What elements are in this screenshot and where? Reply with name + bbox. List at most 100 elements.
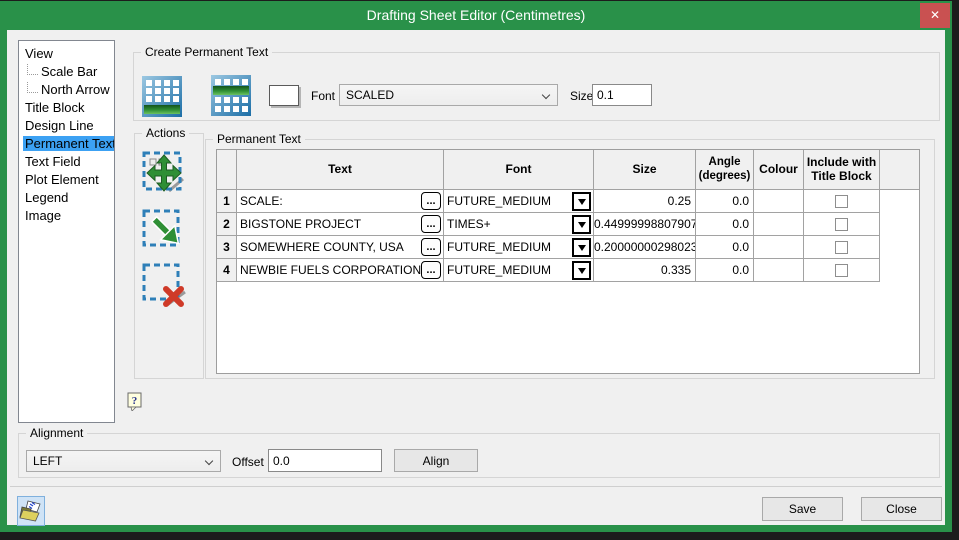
save-button[interactable]: Save	[762, 497, 843, 521]
dialog-body: View Scale Bar North Arrow Title Block D…	[7, 30, 945, 525]
include-checkbox[interactable]	[835, 241, 848, 254]
sidebar-item-north-arrow[interactable]: North Arrow	[19, 81, 114, 99]
alignment-combobox-value: LEFT	[33, 454, 62, 468]
sidebar-item-view[interactable]: View	[19, 45, 114, 63]
sidebar-item-label: Title Block	[23, 100, 86, 115]
sidebar-item-label-selected: Permanent Text	[23, 136, 115, 151]
text-value: SOMEWHERE COUNTY, USA	[240, 240, 404, 254]
font-cell[interactable]: FUTURE_MEDIUM	[444, 259, 594, 282]
sidebar-item-permanent-text[interactable]: Permanent Text	[19, 135, 114, 153]
dropdown-arrow-icon	[578, 222, 586, 228]
category-tree[interactable]: View Scale Bar North Arrow Title Block D…	[18, 40, 115, 423]
size-cell[interactable]: 0.20000000298023	[594, 236, 696, 259]
colour-cell[interactable]	[754, 190, 804, 213]
sidebar-item-label: Image	[23, 208, 63, 223]
title-bar[interactable]: Drafting Sheet Editor (Centimetres) ✕	[0, 1, 952, 30]
edit-text-button[interactable]: ...	[421, 215, 441, 233]
group-label: Permanent Text	[213, 132, 305, 146]
tree-connector-icon	[27, 64, 38, 75]
header-font: Font	[444, 150, 594, 190]
colour-cell[interactable]	[754, 213, 804, 236]
sidebar-item-label: Legend	[23, 190, 70, 205]
text-value: SCALE:	[240, 194, 283, 208]
text-cell[interactable]: NEWBIE FUELS CORPORATION...	[237, 259, 444, 282]
sidebar-item-design-line[interactable]: Design Line	[19, 117, 114, 135]
create-text-bottom-button[interactable]	[142, 76, 182, 117]
include-cell	[804, 236, 880, 259]
size-label: Size	[570, 89, 593, 103]
size-cell[interactable]: 0.44999998807907	[594, 213, 696, 236]
font-dropdown-button[interactable]	[572, 261, 591, 280]
window-close-button[interactable]: ✕	[920, 3, 950, 28]
font-cell[interactable]: FUTURE_MEDIUM	[444, 236, 594, 259]
align-button[interactable]: Align	[394, 449, 478, 472]
offset-input[interactable]	[268, 449, 382, 472]
text-cell[interactable]: SOMEWHERE COUNTY, USA...	[237, 236, 444, 259]
edit-text-button[interactable]: ...	[421, 238, 441, 256]
font-combobox[interactable]: SCALED	[339, 84, 558, 106]
text-colour-swatch[interactable]	[269, 85, 299, 106]
sidebar-item-text-field[interactable]: Text Field	[19, 153, 114, 171]
create-text-middle-button[interactable]	[211, 75, 251, 116]
colour-cell[interactable]	[754, 259, 804, 282]
include-checkbox[interactable]	[835, 195, 848, 208]
open-folder-icon	[18, 513, 44, 528]
sidebar-item-label: Text Field	[23, 154, 83, 169]
include-cell	[804, 190, 880, 213]
font-value: FUTURE_MEDIUM	[447, 263, 551, 277]
text-cell[interactable]: SCALE:...	[237, 190, 444, 213]
move-text-button[interactable]	[141, 150, 187, 196]
place-text-button[interactable]	[141, 208, 187, 254]
text-cell[interactable]: BIGSTONE PROJECT...	[237, 213, 444, 236]
include-cell	[804, 259, 880, 282]
size-input[interactable]	[592, 84, 652, 106]
include-checkbox[interactable]	[835, 264, 848, 277]
sidebar-item-label: Plot Element	[23, 172, 101, 187]
font-label: Font	[311, 89, 335, 103]
dialog-window: Drafting Sheet Editor (Centimetres) ✕ Vi…	[0, 1, 952, 532]
sidebar-item-image[interactable]: Image	[19, 207, 114, 225]
angle-cell[interactable]: 0.0	[696, 190, 754, 213]
font-cell[interactable]: TIMES+	[444, 213, 594, 236]
help-button[interactable]: ?	[127, 392, 143, 411]
close-icon: ✕	[930, 8, 940, 22]
header-filler	[880, 150, 919, 190]
table-header-row: Text Font Size Angle (degrees) Colour In…	[217, 150, 919, 190]
row-number: 4	[217, 259, 237, 282]
load-settings-button[interactable]	[17, 496, 45, 526]
angle-cell[interactable]: 0.0	[696, 259, 754, 282]
angle-cell[interactable]: 0.0	[696, 213, 754, 236]
edit-text-button[interactable]: ...	[421, 192, 441, 210]
font-dropdown-button[interactable]	[572, 215, 591, 234]
angle-cell[interactable]: 0.0	[696, 236, 754, 259]
text-value: NEWBIE FUELS CORPORATION	[240, 263, 421, 277]
font-cell[interactable]: FUTURE_MEDIUM	[444, 190, 594, 213]
sidebar-item-plot-element[interactable]: Plot Element	[19, 171, 114, 189]
colour-cell[interactable]	[754, 236, 804, 259]
header-include: Include with Title Block	[804, 150, 880, 190]
size-cell[interactable]: 0.335	[594, 259, 696, 282]
size-cell[interactable]: 0.25	[594, 190, 696, 213]
alignment-combobox[interactable]: LEFT	[26, 450, 221, 472]
include-checkbox[interactable]	[835, 218, 848, 231]
table-row-4: 4 NEWBIE FUELS CORPORATION... FUTURE_MED…	[217, 259, 919, 282]
font-dropdown-button[interactable]	[572, 238, 591, 257]
sidebar-item-label: Scale Bar	[39, 64, 99, 79]
alignment-group: Alignment LEFT Offset Align	[18, 433, 940, 478]
sidebar-item-title-block[interactable]: Title Block	[19, 99, 114, 117]
group-label: Alignment	[26, 426, 87, 440]
header-angle: Angle (degrees)	[696, 150, 754, 190]
row-number: 3	[217, 236, 237, 259]
grid-bottom-band-icon	[142, 76, 182, 117]
font-dropdown-button[interactable]	[572, 192, 591, 211]
close-dialog-button[interactable]: Close	[861, 497, 942, 521]
delete-text-button[interactable]	[141, 262, 187, 308]
edit-text-button[interactable]: ...	[421, 261, 441, 279]
table-row-3: 3 SOMEWHERE COUNTY, USA... FUTURE_MEDIUM…	[217, 236, 919, 259]
font-value: TIMES+	[447, 217, 491, 231]
dropdown-arrow-icon	[578, 199, 586, 205]
sidebar-item-scale-bar[interactable]: Scale Bar	[19, 63, 114, 81]
sidebar-item-legend[interactable]: Legend	[19, 189, 114, 207]
font-combobox-value: SCALED	[346, 88, 394, 102]
permanent-text-table: Text Font Size Angle (degrees) Colour In…	[216, 149, 920, 374]
